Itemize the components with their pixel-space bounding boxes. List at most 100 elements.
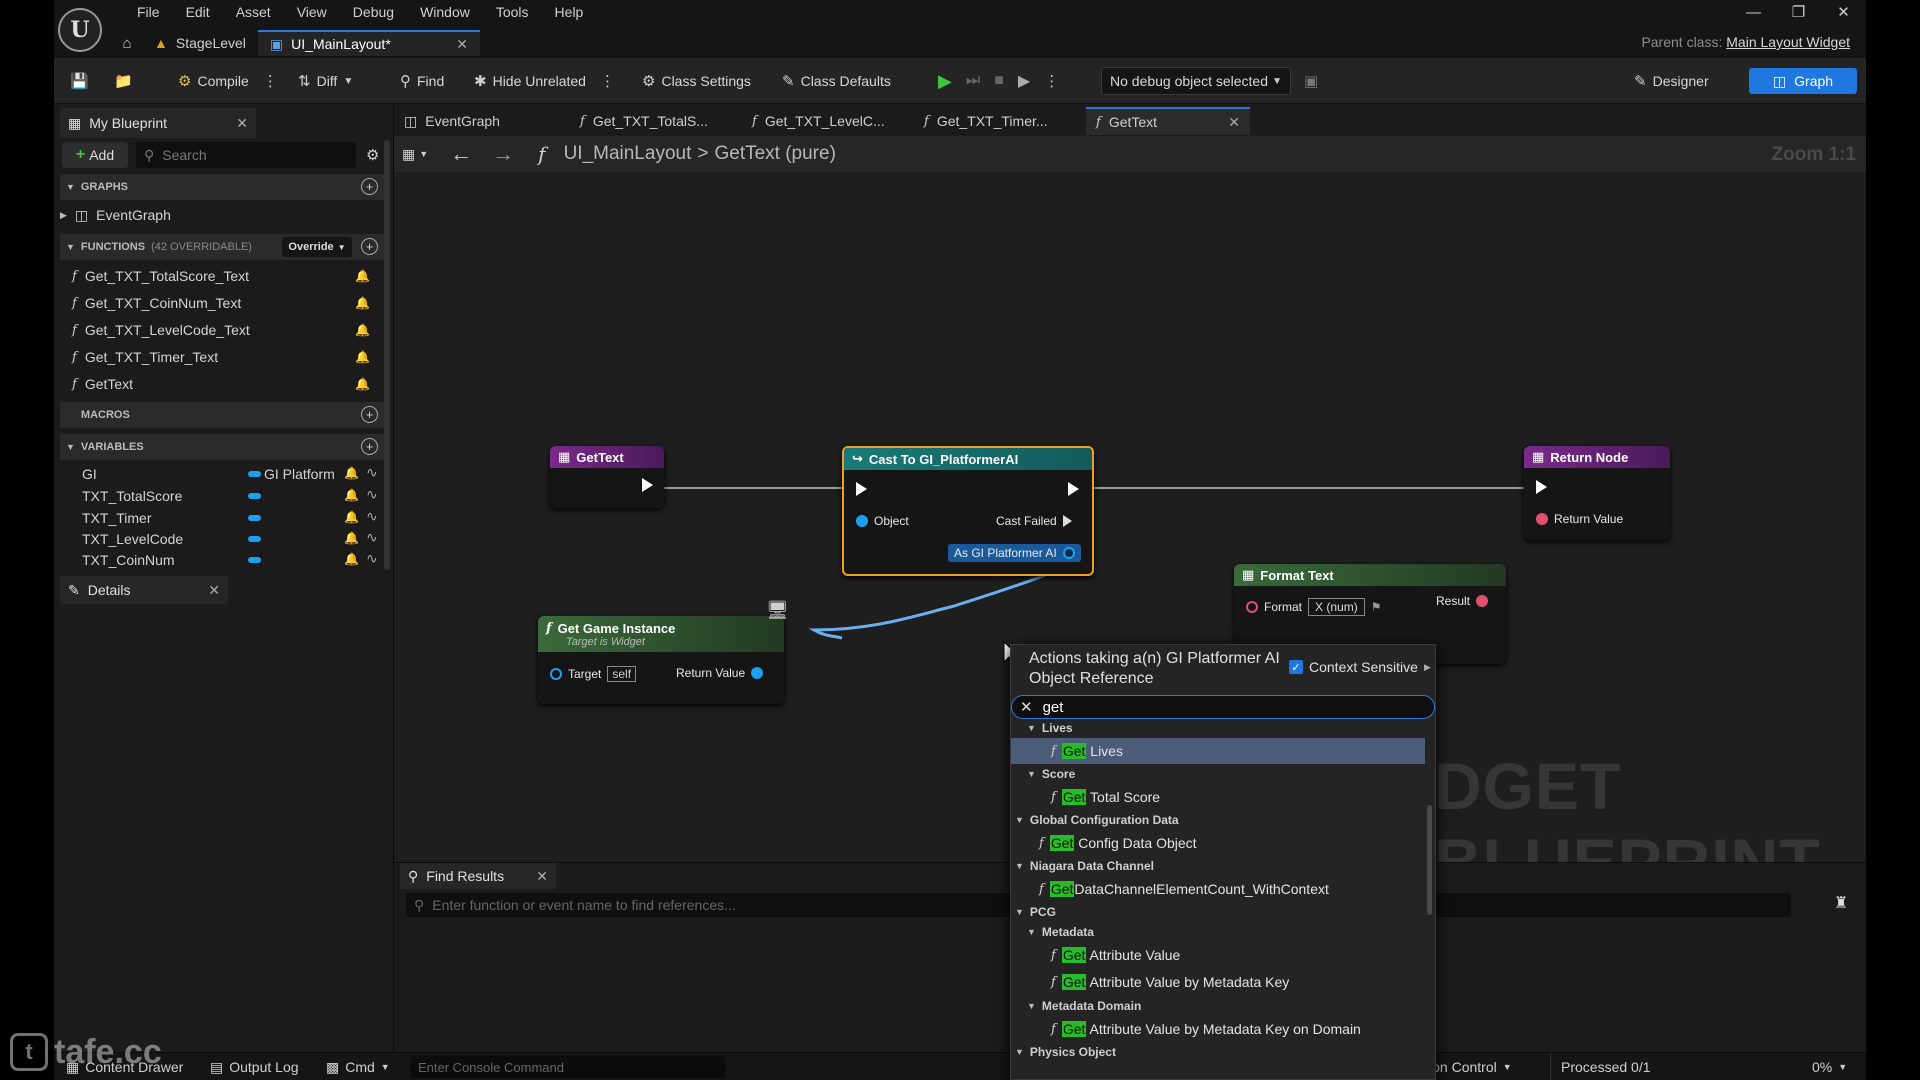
override-dropdown[interactable]: Override ▼ xyxy=(282,237,352,257)
close-tab-icon[interactable]: ✕ xyxy=(208,582,220,599)
action-get-config-data-object[interactable]: f Get Config Data Object xyxy=(1039,831,1197,855)
add-variable-icon[interactable]: + xyxy=(361,438,378,455)
graph-tab-eventgraph[interactable]: ◫ EventGraph xyxy=(394,107,510,135)
node-cast-to-gi-platformerai[interactable]: ↪ Cast To GI_PlatformerAI Object Cast Fa… xyxy=(842,446,1094,576)
console-command-input[interactable]: Enter Console Command xyxy=(410,1056,726,1078)
panel-scrollbar[interactable] xyxy=(384,140,390,570)
graph-tab-function[interactable]: f Get_TXT_Timer... xyxy=(914,107,1058,135)
add-button[interactable]: + Add xyxy=(62,142,128,168)
close-tab-icon[interactable]: ✕ xyxy=(236,115,248,132)
menu-file[interactable]: File xyxy=(124,2,173,22)
format-value-input[interactable]: X (num) xyxy=(1308,598,1365,616)
return-value-pin[interactable]: Return Value xyxy=(676,666,764,680)
save-button[interactable]: 💾 xyxy=(70,58,89,104)
category-pcg[interactable]: ▼ PCG xyxy=(1015,905,1056,919)
action-get-attribute-value[interactable]: f Get Attribute Value xyxy=(1051,943,1180,967)
category-metadata-domain[interactable]: ▼ Metadata Domain xyxy=(1027,999,1141,1013)
step-icon[interactable]: ⏭ xyxy=(966,72,980,90)
close-tab-icon[interactable]: ✕ xyxy=(536,868,548,885)
unreal-logo-icon[interactable]: U xyxy=(58,8,102,52)
doc-tab-stagelevel[interactable]: ▲ StageLevel xyxy=(142,30,258,56)
parent-class-link[interactable]: Main Layout Widget xyxy=(1726,34,1850,50)
object-input-pin[interactable]: Object xyxy=(856,514,909,528)
find-results-tab[interactable]: ⚲ Find Results ✕ xyxy=(400,863,556,889)
category-score[interactable]: ▼ Score xyxy=(1027,767,1075,781)
menu-tools[interactable]: Tools xyxy=(483,2,542,22)
minimize-icon[interactable]: — xyxy=(1731,0,1776,24)
compile-button[interactable]: ⚙ Compile ⋮ xyxy=(178,58,278,104)
close-window-icon[interactable]: ✕ xyxy=(1821,0,1866,24)
hide-unrelated-options-icon[interactable]: ⋮ xyxy=(600,72,615,90)
menu-edit[interactable]: Edit xyxy=(173,2,223,22)
graph-tab-function[interactable]: f Get_TXT_TotalS... xyxy=(570,107,718,135)
variable-item[interactable]: TXT_LevelCode 🔔 ∿ xyxy=(68,529,382,550)
class-defaults-button[interactable]: ✎ Class Defaults xyxy=(782,58,891,104)
graphs-section-header[interactable]: ▼ GRAPHS + xyxy=(60,174,386,200)
play-options-icon[interactable]: ⋮ xyxy=(1044,72,1059,90)
eye-icon[interactable]: ∿ xyxy=(366,464,378,481)
add-macro-icon[interactable]: + xyxy=(361,406,378,423)
doc-tab-ui-mainlayout[interactable]: ▣ UI_MainLayout* ✕ xyxy=(257,30,480,56)
action-get-lives[interactable]: f Get Lives xyxy=(1051,739,1123,763)
action-get-datachannel-element-count[interactable]: f Get DataChannelElementCount_WithContext xyxy=(1039,877,1329,901)
binoculars-icon[interactable]: ♜ xyxy=(1834,893,1848,913)
result-pin[interactable]: Result xyxy=(1436,594,1489,608)
find-button[interactable]: ⚲ Find xyxy=(400,58,444,104)
function-item[interactable]: f Get_TXT_LevelCode_Text 🔔 xyxy=(72,319,382,341)
graph-mode-button[interactable]: ◫ Graph xyxy=(1749,68,1857,94)
eye-icon[interactable]: ∿ xyxy=(366,550,378,567)
exec-in-pin[interactable] xyxy=(1536,480,1547,494)
close-tab-icon[interactable]: ✕ xyxy=(456,36,468,53)
return-value-pin[interactable]: Return Value xyxy=(1536,512,1623,526)
expand-arrow-icon[interactable]: ▶ xyxy=(60,210,67,221)
function-item[interactable]: f Get_TXT_CoinNum_Text 🔔 xyxy=(72,292,382,314)
menu-view[interactable]: View xyxy=(284,2,340,22)
blueprint-search-input[interactable]: ⚲ Search xyxy=(136,142,356,168)
category-lives[interactable]: ▼ Lives xyxy=(1027,721,1073,735)
action-search-input[interactable]: ✕ get xyxy=(1011,695,1435,719)
stop-icon[interactable]: ■ xyxy=(994,72,1004,90)
debug-filter-button[interactable]: ▣ xyxy=(1304,58,1318,104)
variable-item[interactable]: TXT_CoinNum 🔔 ∿ xyxy=(68,550,382,571)
close-tab-icon[interactable]: ✕ xyxy=(1228,114,1240,131)
node-return[interactable]: ▦ Return Node Return Value xyxy=(1524,446,1670,540)
restore-icon[interactable]: ❐ xyxy=(1776,0,1821,24)
exec-out-pin[interactable] xyxy=(1068,482,1079,496)
action-get-total-score[interactable]: f Get Total Score xyxy=(1051,785,1160,809)
exec-in-pin[interactable] xyxy=(856,482,867,496)
variable-item[interactable]: TXT_TotalScore 🔔 ∿ xyxy=(68,486,382,507)
output-log-button[interactable]: ▤ Output Log xyxy=(210,1053,299,1080)
category-niagara-data-channel[interactable]: ▼ Niagara Data Channel xyxy=(1015,859,1154,873)
add-function-icon[interactable]: + xyxy=(361,238,378,255)
as-gi-platformer-ai-pin[interactable]: As GI Platformer AI xyxy=(948,544,1081,562)
eye-icon[interactable]: ∿ xyxy=(366,508,378,525)
context-sensitive-checkbox[interactable]: ✓ Context Sensitive ▶ xyxy=(1289,659,1431,675)
details-tab[interactable]: ✎ Details ✕ xyxy=(60,576,228,604)
settings-gear-icon[interactable]: ⚙ xyxy=(366,146,379,164)
clear-search-icon[interactable]: ✕ xyxy=(1020,698,1033,716)
my-blueprint-tab[interactable]: ▦ My Blueprint ✕ xyxy=(60,108,256,138)
function-item[interactable]: f Get_TXT_TotalScore_Text 🔔 xyxy=(72,265,382,287)
eye-icon[interactable]: ∿ xyxy=(366,529,378,546)
category-metadata[interactable]: ▼ Metadata xyxy=(1027,925,1094,939)
menu-debug[interactable]: Debug xyxy=(340,2,407,22)
browse-button[interactable]: 📁 xyxy=(114,58,133,104)
action-get-attribute-value-by-metadata-key[interactable]: f Get Attribute Value by Metadata Key xyxy=(1051,970,1289,994)
cmd-dropdown[interactable]: ▩ Cmd ▼ xyxy=(326,1053,390,1080)
menu-asset[interactable]: Asset xyxy=(223,2,284,22)
target-pin[interactable]: Target self xyxy=(550,666,637,682)
menu-help[interactable]: Help xyxy=(542,2,597,22)
variable-item[interactable]: TXT_Timer 🔔 ∿ xyxy=(68,508,382,529)
eye-icon[interactable]: ∿ xyxy=(366,486,378,503)
node-gettext-entry[interactable]: ▦ GetText xyxy=(550,446,664,508)
compile-options-icon[interactable]: ⋮ xyxy=(263,72,278,90)
play-icon[interactable]: ▶ xyxy=(938,71,952,92)
macros-section-header[interactable]: ▼ MACROS + xyxy=(60,402,386,428)
variable-item-gi[interactable]: GI GI Platform 🔔 ∿ xyxy=(68,464,382,485)
category-global-configuration-data[interactable]: ▼ Global Configuration Data xyxy=(1015,813,1179,827)
exec-out-pin[interactable] xyxy=(642,478,653,492)
function-item-gettext[interactable]: f GetText 🔔 xyxy=(72,373,382,395)
debug-object-select[interactable]: No debug object selected ▼ xyxy=(1101,67,1291,95)
cast-failed-pin[interactable]: Cast Failed xyxy=(996,514,1072,528)
functions-section-header[interactable]: ▼ FUNCTIONS (42 OVERRIDABLE) Override ▼ … xyxy=(60,234,386,260)
